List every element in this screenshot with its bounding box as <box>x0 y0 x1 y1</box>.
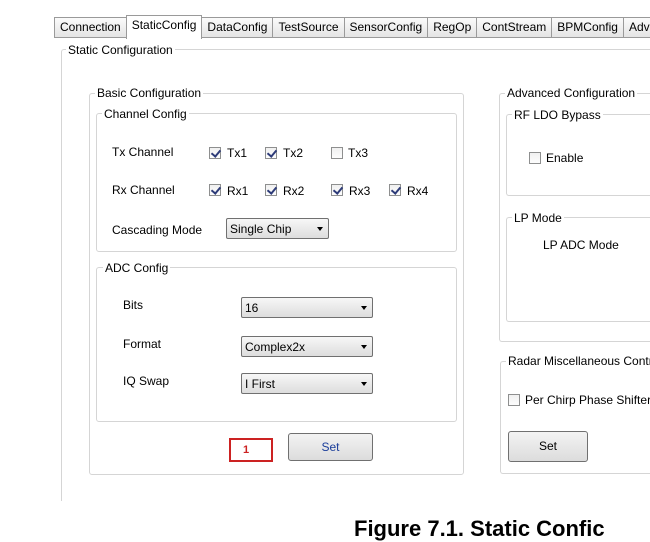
tab-bpmconfig[interactable]: BPMConfig <box>551 17 624 38</box>
format-label: Format <box>123 337 162 351</box>
tab-staticconfig[interactable]: StaticConfig <box>125 15 203 39</box>
tab-dataconfig[interactable]: DataConfig <box>201 17 274 38</box>
cascading-mode-label: Cascading Mode <box>112 223 203 237</box>
radar-misc-title: Radar Miscellaneous Contr <box>506 354 650 368</box>
chevron-down-icon <box>317 227 323 231</box>
format-value: Complex2x <box>245 340 306 354</box>
bits-value: 16 <box>245 301 259 315</box>
lp-mode-group <box>506 217 650 322</box>
per-chirp-phase-shifter-checkbox[interactable] <box>508 394 520 406</box>
rx1-label: Rx1 <box>227 184 249 198</box>
bits-select[interactable]: 16 <box>241 297 373 318</box>
cascading-mode-select[interactable]: Single Chip <box>226 218 329 239</box>
tx2-label: Tx2 <box>283 146 304 160</box>
chevron-down-icon <box>361 382 367 386</box>
tab-regop[interactable]: RegOp <box>427 17 478 38</box>
advanced-config-title: Advanced Configuration <box>505 86 638 100</box>
tab-advframe[interactable]: AdvFra <box>622 17 650 38</box>
per-chirp-phase-shifter-label: Per Chirp Phase Shifter E <box>525 393 650 407</box>
tx2-checkbox[interactable] <box>265 147 277 159</box>
rx1-checkbox[interactable] <box>209 184 221 196</box>
iq-swap-select[interactable]: I First <box>241 373 373 394</box>
bits-label: Bits <box>123 298 144 312</box>
rf-ldo-title: RF LDO Bypass <box>512 108 603 122</box>
tx-channel-label: Tx Channel <box>112 145 174 159</box>
rf-ldo-enable-checkbox[interactable] <box>529 152 541 164</box>
tab-sensorconfig[interactable]: SensorConfig <box>343 17 429 38</box>
tab-testsource[interactable]: TestSource <box>272 17 345 38</box>
tab-contstream[interactable]: ContStream <box>476 17 553 38</box>
rx2-checkbox[interactable] <box>265 184 277 196</box>
radar-misc-set-button[interactable]: Set <box>508 431 588 462</box>
tab-strip: Connection StaticConfig DataConfig TestS… <box>54 15 650 39</box>
tx3-checkbox[interactable] <box>331 147 343 159</box>
tx1-checkbox[interactable] <box>209 147 221 159</box>
tx1-label: Tx1 <box>227 146 248 160</box>
rx4-label: Rx4 <box>407 184 429 198</box>
rx2-label: Rx2 <box>283 184 305 198</box>
iq-swap-label: IQ Swap <box>123 374 170 388</box>
rx4-checkbox[interactable] <box>389 184 401 196</box>
lp-mode-title: LP Mode <box>512 211 564 225</box>
annotation-marker-number: 1 <box>243 444 250 456</box>
adc-config-title: ADC Config <box>103 261 171 275</box>
lp-adc-mode-label: LP ADC Mode <box>543 238 619 252</box>
chevron-down-icon <box>361 345 367 349</box>
tab-connection[interactable]: Connection <box>54 17 127 38</box>
iq-swap-value: I First <box>245 377 275 391</box>
format-select[interactable]: Complex2x <box>241 336 373 357</box>
basic-config-title: Basic Configuration <box>95 86 204 100</box>
rx3-checkbox[interactable] <box>331 184 343 196</box>
static-config-title: Static Configuration <box>66 43 175 57</box>
tx3-label: Tx3 <box>348 146 369 160</box>
basic-set-button[interactable]: Set <box>288 433 373 461</box>
figure-caption: Figure 7.1. Static Confic <box>354 516 605 541</box>
cascading-mode-value: Single Chip <box>230 222 292 236</box>
channel-config-title: Channel Config <box>102 107 189 121</box>
rf-ldo-enable-label: Enable <box>546 151 584 165</box>
annotation-marker: 1 <box>229 438 273 462</box>
rx-channel-label: Rx Channel <box>112 183 175 197</box>
rx3-label: Rx3 <box>349 184 371 198</box>
chevron-down-icon <box>361 306 367 310</box>
